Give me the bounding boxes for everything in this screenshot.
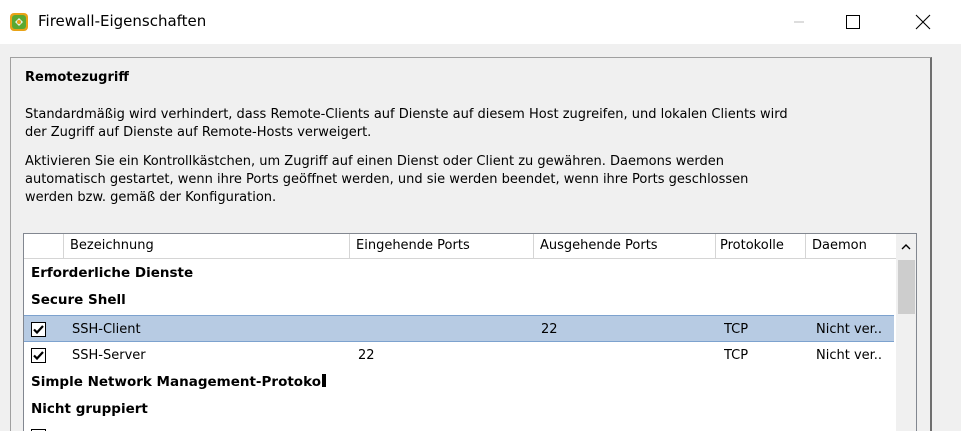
- services-table: Bezeichnung Eingehende Ports Ausgehende …: [23, 233, 917, 431]
- cell-name: SSH-Server: [72, 348, 146, 363]
- section-title: Remotezugriff: [25, 70, 129, 85]
- table-scrollbar[interactable]: [896, 234, 916, 431]
- cell-outgoing-ports: [541, 342, 711, 369]
- window-title: Firewall-Eigenschaften: [38, 12, 207, 30]
- cell-name: SSH-Client: [72, 322, 141, 337]
- cell-protocol: TCP: [724, 322, 749, 337]
- column-header-daemon[interactable]: Daemon: [806, 234, 896, 259]
- minimize-button[interactable]: [776, 0, 822, 44]
- maximize-button[interactable]: [830, 0, 876, 44]
- description-paragraph-1: Standardmäßig wird verhindert, dass Remo…: [25, 106, 905, 142]
- description-line: der Zugriff auf Dienste auf Remote-Hosts…: [25, 125, 372, 140]
- cell-outgoing-ports: 22: [541, 322, 558, 337]
- scroll-thumb[interactable]: [898, 260, 915, 314]
- description-line: automatisch gestartet, wenn ihre Ports g…: [25, 172, 749, 187]
- minimize-icon: [794, 21, 804, 23]
- cell-daemon: Nicht ver..: [816, 322, 883, 337]
- cell-incoming-ports: 22: [358, 348, 375, 363]
- close-icon: [915, 14, 931, 30]
- description-line: werden bzw. gemäß der Konfiguration.: [25, 190, 277, 205]
- table-row-ssh-client[interactable]: SSH-Client 22 TCP Nicht ver..: [24, 315, 894, 342]
- chevron-up-icon: [901, 243, 911, 249]
- cell-daemon: Nicht ver..: [816, 348, 883, 363]
- table-row-partial[interactable]: [24, 423, 894, 431]
- cell-incoming-ports: [358, 316, 528, 343]
- group-row-secure-shell[interactable]: Secure Shell: [24, 287, 894, 314]
- group-row-ungrouped[interactable]: Nicht gruppiert: [24, 396, 894, 423]
- table-row-ssh-server[interactable]: SSH-Server 22 TCP Nicht ver..: [24, 342, 894, 369]
- description-line: Aktivieren Sie ein Kontrollkästchen, um …: [25, 154, 725, 169]
- column-header-protocols[interactable]: Protokolle: [716, 234, 806, 259]
- vsphere-client-icon: [9, 12, 29, 32]
- close-button[interactable]: [900, 0, 946, 44]
- checkmark-icon: [33, 351, 44, 361]
- column-header-check[interactable]: [24, 234, 64, 259]
- group-label: Simple Network Management-Protoko: [31, 374, 321, 390]
- maximize-icon: [846, 15, 860, 29]
- ssh-client-checkbox[interactable]: [31, 322, 46, 337]
- cell-protocol: TCP: [724, 348, 749, 363]
- group-row-snmp[interactable]: Simple Network Management-Protoko: [24, 369, 894, 396]
- text-cursor-icon: [321, 374, 326, 387]
- checkmark-icon: [33, 325, 44, 335]
- column-header-name[interactable]: Bezeichnung: [64, 234, 350, 259]
- table-header: Bezeichnung Eingehende Ports Ausgehende …: [24, 234, 896, 259]
- group-row-required-services[interactable]: Erforderliche Dienste: [24, 260, 894, 287]
- title-bar: Firewall-Eigenschaften: [0, 0, 961, 44]
- description-line: Standardmäßig wird verhindert, dass Remo…: [25, 107, 788, 122]
- column-header-incoming-ports[interactable]: Eingehende Ports: [350, 234, 534, 259]
- ssh-server-checkbox[interactable]: [31, 348, 46, 363]
- scroll-up-button[interactable]: [896, 234, 916, 259]
- description-paragraph-2: Aktivieren Sie ein Kontrollkästchen, um …: [25, 153, 905, 207]
- column-header-outgoing-ports[interactable]: Ausgehende Ports: [534, 234, 716, 259]
